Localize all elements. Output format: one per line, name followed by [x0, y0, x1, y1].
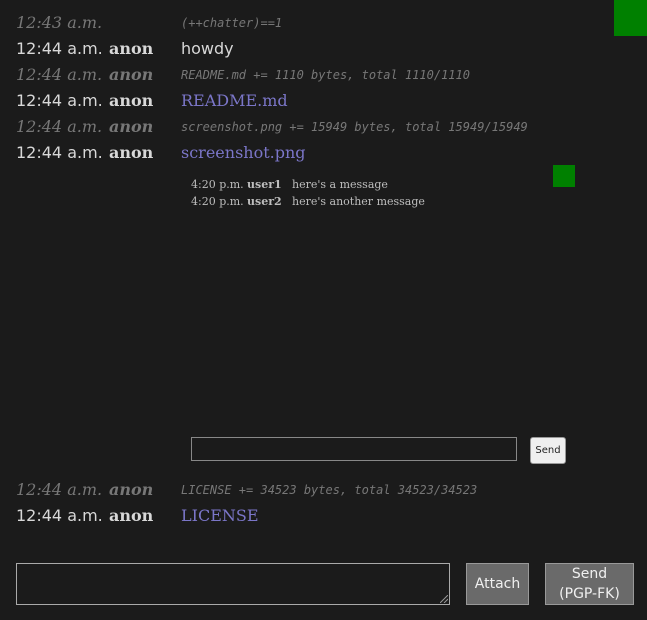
- image-preview: 4:20 p.m. user1 here's a message 4:20 p.…: [181, 163, 581, 464]
- chat-row: 12:44 a.m. anon README.md: [0, 88, 600, 114]
- system-message-text: screenshot.png += 15949 bytes, total 159…: [181, 120, 528, 134]
- preview-send-button: Send: [530, 437, 566, 464]
- message-author: anon: [109, 506, 154, 525]
- system-message-text: README.md += 1110 bytes, total 1110/1110: [181, 68, 470, 82]
- message-text: howdy: [181, 39, 234, 58]
- message-author: anon: [109, 480, 154, 499]
- resize-grip-icon[interactable]: [440, 595, 448, 603]
- message-author: anon: [109, 143, 154, 162]
- preview-message-text: here's another message: [292, 195, 425, 208]
- message-timestamp: 12:44 a.m.: [16, 480, 103, 499]
- chat-row-system: 12:44 a.m. anon LICENSE += 34523 bytes, …: [0, 477, 600, 503]
- message-author: anon: [109, 91, 154, 110]
- preview-author: user2: [247, 195, 282, 208]
- file-link-license[interactable]: LICENSE: [181, 503, 259, 529]
- preview-timestamp: 4:20 p.m.: [191, 195, 244, 208]
- attach-button-label: Attach: [474, 576, 521, 592]
- system-message-text: (++chatter)==1: [181, 16, 283, 30]
- send-button[interactable]: Send (PGP-FK): [545, 563, 634, 605]
- message-author: anon: [109, 65, 154, 84]
- send-button-label: Send: [571, 566, 608, 582]
- message-timestamp: 12:44 a.m.: [16, 91, 103, 110]
- message-timestamp: 12:43 a.m.: [16, 13, 103, 32]
- chat-row-system: 12:44 a.m. anon screenshot.png += 15949 …: [0, 114, 600, 140]
- preview-message-text: here's a message: [292, 178, 388, 191]
- message-timestamp: 12:44 a.m.: [16, 143, 103, 162]
- message-timestamp: 12:44 a.m.: [16, 506, 103, 525]
- preview-message-input: [191, 437, 517, 461]
- message-input[interactable]: [16, 563, 450, 605]
- attach-button[interactable]: Attach: [466, 563, 529, 605]
- message-author: anon: [109, 117, 154, 136]
- message-timestamp: 12:44 a.m.: [16, 39, 103, 58]
- file-link-readme[interactable]: README.md: [181, 88, 288, 114]
- preview-timestamp: 4:20 p.m.: [191, 178, 244, 191]
- status-indicator: [614, 0, 647, 36]
- preview-status-indicator: [553, 165, 575, 187]
- chat-row: 12:44 a.m. anon LICENSE: [0, 503, 600, 529]
- message-author: anon: [109, 39, 154, 58]
- preview-author: user1: [247, 178, 282, 191]
- system-message-text: LICENSE += 34523 bytes, total 34523/3452…: [181, 483, 478, 497]
- chat-row-system: 12:43 a.m. (++chatter)==1: [0, 10, 600, 36]
- chat-row: 12:44 a.m. anon howdy: [0, 36, 600, 62]
- message-timestamp: 12:44 a.m.: [16, 117, 103, 136]
- chat-row-system: 12:44 a.m. anon README.md += 1110 bytes,…: [0, 62, 600, 88]
- send-button-sublabel: (PGP-FK): [559, 586, 620, 602]
- message-timestamp: 12:44 a.m.: [16, 65, 103, 84]
